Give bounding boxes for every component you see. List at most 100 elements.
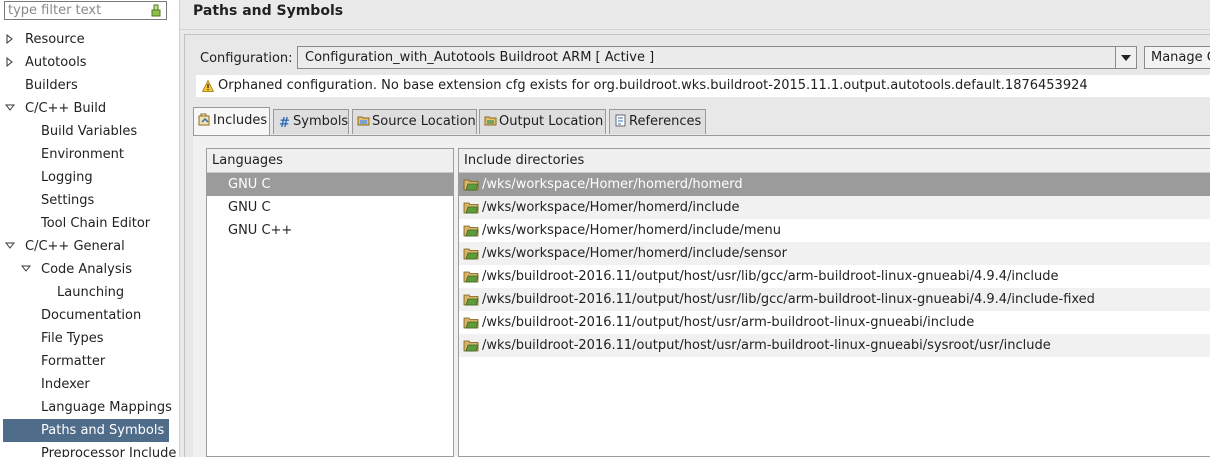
tab-symbols-label: Symbols — [293, 114, 349, 129]
include-folder-icon — [463, 340, 479, 352]
tree-item-label: Language Mappings — [41, 400, 172, 415]
tree-item[interactable]: Preprocessor Include — [0, 442, 179, 457]
tab-source-location[interactable]: Source Location — [352, 109, 477, 134]
tree-item[interactable]: Documentation — [0, 304, 179, 327]
page-title: Paths and Symbols — [193, 3, 344, 19]
tree-item[interactable]: Launching — [0, 281, 179, 304]
language-label: GNU C++ — [228, 223, 293, 238]
language-row[interactable]: GNU C — [207, 196, 453, 219]
tree-item-label: File Types — [41, 331, 104, 346]
tree-item[interactable]: Build Variables — [0, 120, 179, 143]
tree-item-label: C/C++ General — [25, 239, 125, 254]
tree-item[interactable]: File Types — [0, 327, 179, 350]
language-label: GNU C — [228, 177, 271, 192]
tree-item-label: Build Variables — [41, 124, 138, 139]
tree-expanded-icon[interactable] — [21, 258, 31, 281]
include-directory-path: /wks/workspace/Homer/homerd/include — [482, 200, 740, 215]
tab-content: Languages GNU C GNU C GNU C++ Include dire… — [193, 136, 1210, 457]
tree-item[interactable]: Builders — [0, 74, 179, 97]
include-directory-path: /wks/workspace/Homer/homerd/include/sens… — [482, 246, 787, 261]
include-directory-path: /wks/buildroot-2016.11/output/host/usr/l… — [482, 269, 1059, 284]
tab-includes[interactable]: Includes — [193, 107, 270, 135]
clear-filter-icon[interactable] — [149, 3, 163, 18]
tree-item[interactable]: Paths and Symbols — [3, 419, 169, 442]
tree-item[interactable]: Logging — [0, 166, 179, 189]
tab-source-location-label: Source Location — [372, 114, 476, 129]
tree-collapsed-icon[interactable] — [5, 28, 15, 51]
warning-icon — [202, 80, 214, 92]
include-folder-icon — [463, 271, 479, 283]
tree-item[interactable]: Settings — [0, 189, 179, 212]
tree-item[interactable]: Tool Chain Editor — [0, 212, 179, 235]
include-folder-icon — [463, 202, 479, 214]
tree-expanded-icon[interactable] — [5, 97, 15, 120]
languages-header[interactable]: Languages — [207, 149, 453, 173]
filter-box — [4, 1, 167, 20]
tree-item[interactable]: Formatter — [0, 350, 179, 373]
tab-output-location[interactable]: Output Location — [479, 109, 606, 134]
tree-item-label: Tool Chain Editor — [41, 216, 151, 231]
output-folder-icon — [484, 116, 497, 126]
tree-item[interactable]: Autotools — [0, 51, 179, 74]
manage-configurations-button[interactable]: Manage C — [1144, 46, 1210, 69]
tree-item-label: Indexer — [41, 377, 90, 392]
include-directory-row[interactable]: /wks/buildroot-2016.11/output/host/usr/l… — [459, 288, 1210, 311]
tab-strip-border — [193, 135, 1210, 136]
include-directory-row[interactable]: /wks/workspace/Homer/homerd/homerd — [459, 173, 1210, 196]
tree-item-label: Logging — [41, 170, 93, 185]
tree-item[interactable]: Language Mappings — [0, 396, 179, 419]
warning-text: Orphaned configuration. No base extensio… — [218, 78, 1088, 93]
include-directory-row[interactable]: /wks/workspace/Homer/homerd/include — [459, 196, 1210, 219]
languages-table: Languages GNU C GNU C GNU C++ — [206, 148, 454, 457]
tree-item-label: Preprocessor Include — [41, 446, 177, 457]
preferences-tree-panel: Resource Autotools Builders C/C++ Build Buil… — [0, 0, 179, 457]
tab-symbols[interactable]: # Symbols — [273, 109, 349, 134]
include-directory-path: /wks/workspace/Homer/homerd/include/menu — [482, 223, 782, 238]
includes-icon — [198, 113, 210, 126]
tree-item-label: Autotools — [25, 55, 87, 70]
include-directory-row[interactable]: /wks/buildroot-2016.11/output/host/usr/a… — [459, 334, 1210, 357]
include-folder-icon — [463, 225, 479, 237]
tab-output-location-label: Output Location — [499, 114, 604, 129]
tab-references[interactable]: References — [609, 109, 706, 134]
include-directory-row[interactable]: /wks/workspace/Homer/homerd/include/menu — [459, 219, 1210, 242]
tree-item[interactable]: Resource — [0, 28, 179, 51]
tree-expanded-icon[interactable] — [5, 235, 15, 258]
tree-item-label: Paths and Symbols — [41, 423, 165, 438]
tree-collapsed-icon[interactable] — [5, 51, 15, 74]
configuration-combo[interactable]: Configuration_with_Autotools Buildroot A… — [297, 46, 1137, 69]
include-folder-icon — [463, 248, 479, 260]
configuration-value: Configuration_with_Autotools Buildroot A… — [305, 50, 655, 65]
tree-item[interactable]: Code Analysis — [0, 258, 179, 281]
source-folder-icon — [357, 116, 370, 126]
warning-bar: Orphaned configuration. No base extensio… — [196, 75, 1210, 97]
include-directories-header[interactable]: Include directories — [459, 149, 1210, 173]
tree-item-label: Builders — [25, 78, 78, 93]
filter-input[interactable] — [5, 2, 148, 19]
tree-item[interactable]: Environment — [0, 143, 179, 166]
include-directory-row[interactable]: /wks/workspace/Homer/homerd/include/sens… — [459, 242, 1210, 265]
include-directory-row[interactable]: /wks/buildroot-2016.11/output/host/usr/l… — [459, 265, 1210, 288]
tree-item-label: Environment — [41, 147, 125, 162]
include-directories-table: Include directories /wks/workspace/Homer… — [458, 148, 1210, 457]
language-label: GNU C — [228, 200, 271, 215]
include-directory-path: /wks/buildroot-2016.11/output/host/usr/a… — [482, 338, 1051, 353]
include-folder-icon — [463, 317, 479, 329]
tree-item-label: Launching — [57, 285, 125, 300]
tree-item-label: C/C++ Build — [25, 101, 107, 116]
tree-item[interactable]: C/C++ General — [0, 235, 179, 258]
language-row[interactable]: GNU C++ — [207, 219, 453, 242]
tree-item-label: Code Analysis — [41, 262, 132, 277]
language-row[interactable]: GNU C — [207, 173, 453, 196]
dropdown-arrow-icon[interactable] — [1115, 47, 1136, 68]
properties-page: Paths and Symbols Configuration: Configu… — [180, 0, 1210, 457]
title-separator — [180, 29, 1210, 30]
tree-item[interactable]: C/C++ Build — [0, 97, 179, 120]
tree-item[interactable]: Indexer — [0, 373, 179, 396]
include-directory-row[interactable]: /wks/buildroot-2016.11/output/host/usr/a… — [459, 311, 1210, 334]
tree-item-label: Formatter — [41, 354, 106, 369]
configuration-label: Configuration: — [200, 51, 293, 66]
tree-item-label: Resource — [25, 32, 85, 47]
include-folder-icon — [463, 179, 479, 191]
include-directory-path: /wks/buildroot-2016.11/output/host/usr/a… — [482, 315, 975, 330]
